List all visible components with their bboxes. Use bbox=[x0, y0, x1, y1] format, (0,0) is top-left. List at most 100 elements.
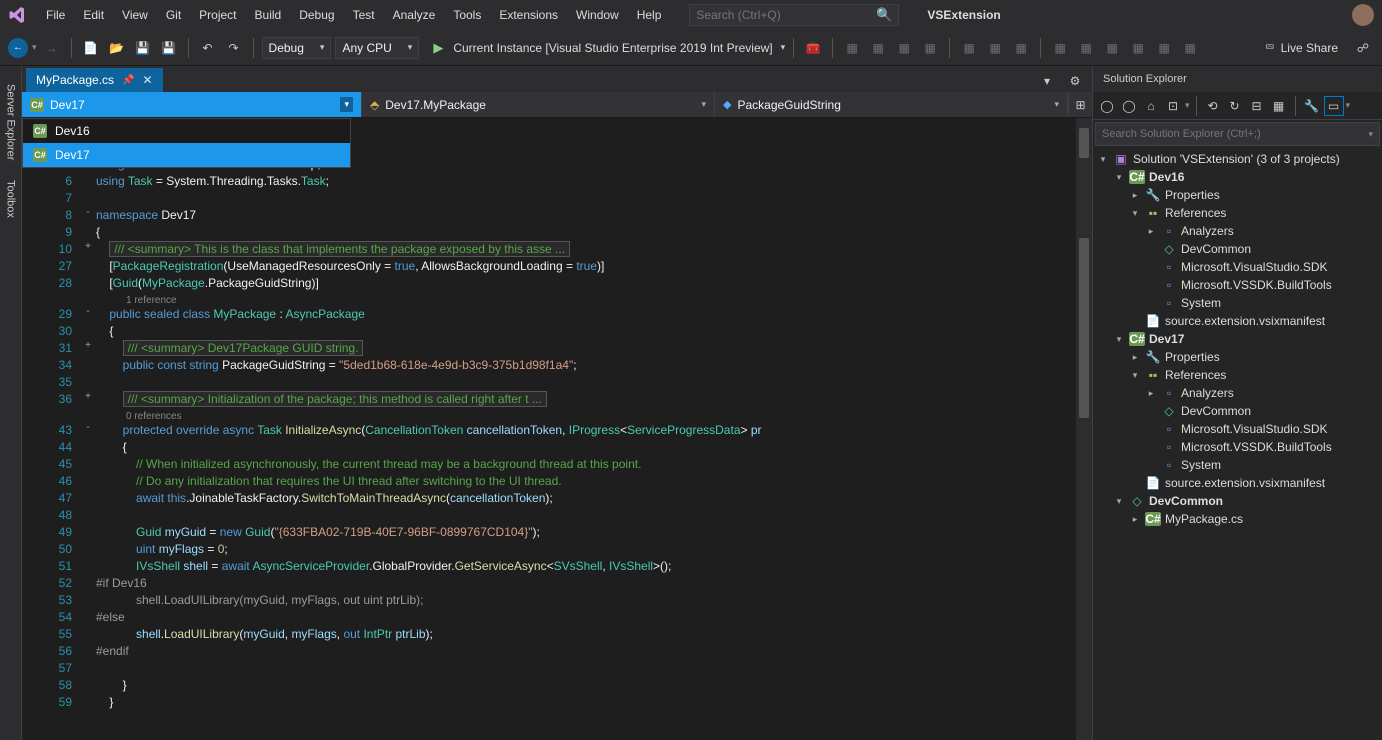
close-icon[interactable]: ✕ bbox=[142, 73, 152, 87]
tb-icon: ▦ bbox=[1101, 37, 1123, 59]
new-project-icon[interactable]: 📄 bbox=[80, 37, 102, 59]
vs-logo-icon bbox=[8, 6, 26, 24]
rail-tab[interactable]: Server Explorer bbox=[2, 74, 20, 170]
tabs-settings-icon[interactable]: ⚙ bbox=[1064, 70, 1086, 92]
tree-item[interactable]: ▾▪▪References bbox=[1093, 204, 1382, 222]
document-tab-active[interactable]: MyPackage.cs 📌 ✕ bbox=[26, 68, 163, 92]
debug-target-label[interactable]: Current Instance [Visual Studio Enterpri… bbox=[453, 41, 772, 55]
se-preview-icon[interactable]: ▭ bbox=[1324, 96, 1344, 116]
project-dropdown-list: C#Dev16C#Dev17 bbox=[22, 118, 351, 168]
tree-item[interactable]: ▫Microsoft.VSSDK.BuildTools bbox=[1093, 438, 1382, 456]
se-sync-icon[interactable]: ⟲ bbox=[1203, 96, 1223, 116]
tree-item[interactable]: ▸▫Analyzers bbox=[1093, 222, 1382, 240]
se-scope-icon[interactable]: ⊡ bbox=[1163, 96, 1183, 116]
menu-debug[interactable]: Debug bbox=[291, 4, 342, 26]
tree-item[interactable]: ▸C#MyPackage.cs bbox=[1093, 510, 1382, 528]
step-icon: ▦ bbox=[841, 37, 863, 59]
start-debug-button[interactable]: ▶ bbox=[427, 37, 449, 59]
solution-explorer-panel: Solution Explorer ◯ ◯ ⌂ ⊡ ▾ ⟲ ↻ ⊟ ▦ 🔧 ▭ … bbox=[1092, 66, 1382, 740]
se-back-icon[interactable]: ◯ bbox=[1097, 96, 1117, 116]
tb-icon: ▦ bbox=[1153, 37, 1175, 59]
tree-item[interactable]: ▫System bbox=[1093, 456, 1382, 474]
tree-item[interactable]: ▾▣Solution 'VSExtension' (3 of 3 project… bbox=[1093, 150, 1382, 168]
solution-explorer-title: Solution Explorer bbox=[1093, 66, 1382, 92]
tree-item[interactable]: ▾▪▪References bbox=[1093, 366, 1382, 384]
tree-item[interactable]: 📄source.extension.vsixmanifest bbox=[1093, 474, 1382, 492]
menu-file[interactable]: File bbox=[38, 4, 73, 26]
menu-project[interactable]: Project bbox=[191, 4, 244, 26]
config-dropdown[interactable]: Debug bbox=[262, 37, 332, 59]
se-fwd-icon[interactable]: ◯ bbox=[1119, 96, 1139, 116]
solution-search-box[interactable]: ▾ bbox=[1095, 122, 1380, 146]
tree-item[interactable]: ▸▫Analyzers bbox=[1093, 384, 1382, 402]
solution-explorer-toolbar: ◯ ◯ ⌂ ⊡ ▾ ⟲ ↻ ⊟ ▦ 🔧 ▭ ▾ bbox=[1093, 92, 1382, 120]
se-properties-icon[interactable]: 🔧 bbox=[1302, 96, 1322, 116]
undo-icon[interactable]: ↶ bbox=[197, 37, 219, 59]
live-share-button[interactable]: ⮹ Live Share bbox=[1255, 40, 1348, 55]
class-icon: ⬘ bbox=[370, 98, 379, 112]
se-refresh-icon[interactable]: ↻ bbox=[1225, 96, 1245, 116]
user-avatar[interactable] bbox=[1352, 4, 1374, 26]
tree-item[interactable]: ▫Microsoft.VSSDK.BuildTools bbox=[1093, 276, 1382, 294]
menu-extensions[interactable]: Extensions bbox=[491, 4, 566, 26]
vertical-scrollbar[interactable] bbox=[1076, 118, 1092, 740]
menu-window[interactable]: Window bbox=[568, 4, 627, 26]
solution-tree[interactable]: ▾▣Solution 'VSExtension' (3 of 3 project… bbox=[1093, 146, 1382, 740]
se-showall-icon[interactable]: ▦ bbox=[1269, 96, 1289, 116]
pin-icon[interactable]: 📌 bbox=[122, 75, 134, 86]
global-search-box[interactable]: 🔍 bbox=[689, 4, 899, 26]
se-home-icon[interactable]: ⌂ bbox=[1141, 96, 1161, 116]
nav-forward-button: → bbox=[41, 37, 63, 59]
title-bar: FileEditViewGitProjectBuildDebugTestAnal… bbox=[0, 0, 1382, 30]
save-all-icon[interactable]: 💾 bbox=[158, 37, 180, 59]
menu-tools[interactable]: Tools bbox=[445, 4, 489, 26]
rail-tab[interactable]: Toolbox bbox=[2, 170, 20, 228]
menu-git[interactable]: Git bbox=[158, 4, 189, 26]
tree-item[interactable]: 📄source.extension.vsixmanifest bbox=[1093, 312, 1382, 330]
menu-analyze[interactable]: Analyze bbox=[385, 4, 444, 26]
nav-class-dropdown[interactable]: ⬘ Dev17.MyPackage ▾ bbox=[362, 92, 715, 117]
tabs-overflow-icon[interactable]: ▾ bbox=[1036, 70, 1058, 92]
nav-member-dropdown[interactable]: ◆ PackageGuidString ▾ bbox=[715, 92, 1068, 117]
nav-project-dropdown[interactable]: C# Dev17 ▾ C#Dev16C#Dev17 bbox=[22, 92, 362, 117]
tb-icon: ▦ bbox=[1127, 37, 1149, 59]
menu-help[interactable]: Help bbox=[629, 4, 670, 26]
open-icon[interactable]: 📂 bbox=[106, 37, 128, 59]
split-editor-button[interactable]: ⊞ bbox=[1068, 98, 1092, 112]
code-content[interactable]: using System.Threading;using Microsoft.V… bbox=[96, 118, 1092, 740]
nav-back-button[interactable]: ← bbox=[8, 38, 28, 58]
toolbox-icon[interactable]: 🧰 bbox=[802, 37, 824, 59]
project-dropdown-item[interactable]: C#Dev16 bbox=[23, 119, 350, 143]
menu-test[interactable]: Test bbox=[345, 4, 383, 26]
tree-item[interactable]: ▫Microsoft.VisualStudio.SDK bbox=[1093, 420, 1382, 438]
solution-search-input[interactable] bbox=[1102, 128, 1368, 140]
global-search-input[interactable] bbox=[696, 8, 876, 22]
tree-item[interactable]: ▾C#Dev16 bbox=[1093, 168, 1382, 186]
tree-item[interactable]: ▫System bbox=[1093, 294, 1382, 312]
tree-item[interactable]: ▾◇DevCommon bbox=[1093, 492, 1382, 510]
redo-icon[interactable]: ↷ bbox=[223, 37, 245, 59]
tree-item[interactable]: ▾C#Dev17 bbox=[1093, 330, 1382, 348]
tb-icon: ▦ bbox=[867, 37, 889, 59]
tree-item[interactable]: ◇DevCommon bbox=[1093, 402, 1382, 420]
code-editor[interactable]: 3456789102728293031343536434445464748495… bbox=[22, 118, 1092, 740]
se-collapse-icon[interactable]: ⊟ bbox=[1247, 96, 1267, 116]
menu-build[interactable]: Build bbox=[247, 4, 290, 26]
tree-item[interactable]: ▸🔧Properties bbox=[1093, 348, 1382, 366]
csharp-icon: C# bbox=[30, 98, 44, 112]
feedback-icon[interactable]: ☍ bbox=[1352, 37, 1374, 59]
field-icon: ◆ bbox=[723, 98, 731, 111]
menu-view[interactable]: View bbox=[114, 4, 156, 26]
tree-item[interactable]: ◇DevCommon bbox=[1093, 240, 1382, 258]
document-tabs: MyPackage.cs 📌 ✕ ▾ ⚙ bbox=[22, 66, 1092, 92]
tree-item[interactable]: ▫Microsoft.VisualStudio.SDK bbox=[1093, 258, 1382, 276]
platform-dropdown[interactable]: Any CPU bbox=[335, 37, 419, 59]
save-icon[interactable]: 💾 bbox=[132, 37, 154, 59]
tree-item[interactable]: ▸🔧Properties bbox=[1093, 186, 1382, 204]
tb-icon: ▦ bbox=[1075, 37, 1097, 59]
menu-edit[interactable]: Edit bbox=[75, 4, 112, 26]
tb-icon: ▦ bbox=[893, 37, 915, 59]
fold-column[interactable]: -+-++- bbox=[80, 118, 96, 740]
main-toolbar: ← ▾ → 📄 📂 💾 💾 ↶ ↷ Debug Any CPU ▶ Curren… bbox=[0, 30, 1382, 66]
project-dropdown-item[interactable]: C#Dev17 bbox=[23, 143, 350, 167]
